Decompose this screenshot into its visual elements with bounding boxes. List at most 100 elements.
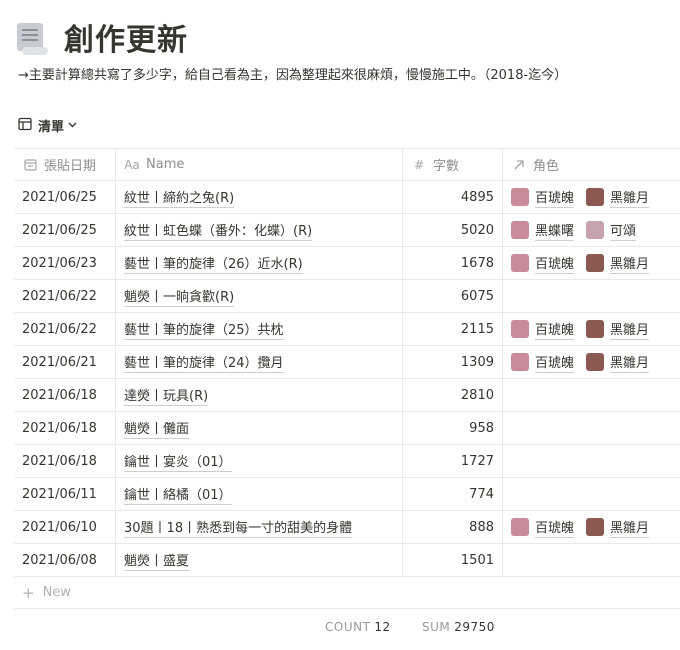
roles-cell[interactable] [503,280,680,312]
date-cell[interactable]: 2021/06/18 [14,379,116,411]
column-header-roles[interactable]: 角色 [503,149,680,180]
role-chip[interactable]: 黑雛月 [586,319,650,340]
page-link[interactable]: 30題丨18丨熟悉到每一寸的甜美的身體 [124,517,353,538]
roles-cell[interactable]: 百琥魄 黑雛月 [503,346,680,378]
page-link[interactable]: 藝世丨筆的旋律（26）近水(R) [124,253,303,274]
roles-cell[interactable]: 黑蝶曙 可頌 [503,214,680,246]
name-cell[interactable]: 魈熒丨儺面 [116,412,403,444]
roles-cell[interactable]: 百琥魄 黑雛月 [503,511,680,543]
roles-cell[interactable]: 百琥魄 黑雛月 [503,247,680,279]
roles-cell[interactable] [503,379,680,411]
date-cell[interactable]: 2021/06/18 [14,412,116,444]
word-count-value: 4895 [460,189,494,205]
page-link[interactable]: 鑰世丨宴炎（01） [124,451,232,472]
name-cell[interactable]: 紋世丨虹色蝶（番外：化蝶）(R) [116,214,403,246]
name-cell[interactable]: 30題丨18丨熟悉到每一寸的甜美的身體 [116,511,403,543]
table-row[interactable]: 2021/06/25 紋世丨締約之兔(R) 4895 百琥魄 黑雛月 [14,181,680,214]
role-chip[interactable]: 黑蝶曙 [511,220,575,241]
word-count-value: 1727 [460,453,494,469]
table-row[interactable]: 2021/06/22 魈熒丨一晌貪歡(R) 6075 [14,280,680,313]
roles-cell[interactable]: 百琥魄 黑雛月 [503,313,680,345]
page-link[interactable]: 紋世丨虹色蝶（番外：化蝶）(R) [124,220,313,241]
roles-cell[interactable] [503,478,680,510]
name-cell[interactable]: 藝世丨筆的旋律（24）攬月 [116,346,403,378]
page-link[interactable]: 紋世丨締約之兔(R) [124,187,235,208]
role-chip[interactable]: 黑雛月 [586,352,650,373]
name-cell[interactable]: 藝世丨筆的旋律（25）共枕 [116,313,403,345]
roles-cell[interactable] [503,412,680,444]
name-cell[interactable]: 魈熒丨盛夏 [116,544,403,576]
table-row[interactable]: 2021/06/10 30題丨18丨熟悉到每一寸的甜美的身體 888 百琥魄 黑雛月 [14,511,680,544]
page-link[interactable]: 鑰世丨絡橘（01） [124,484,232,505]
date-cell[interactable]: 2021/06/22 [14,313,116,345]
count-aggregate[interactable]: COUNT 12 [325,620,391,634]
date-value: 2021/06/25 [22,189,97,205]
word-count-cell[interactable]: 2115 [403,313,503,345]
role-chip[interactable]: 黑雛月 [586,253,650,274]
name-cell[interactable]: 紋世丨締約之兔(R) [116,181,403,213]
table-row[interactable]: 2021/06/21 藝世丨筆的旋律（24）攬月 1309 百琥魄 黑雛月 [14,346,680,379]
table-row[interactable]: 2021/06/25 紋世丨虹色蝶（番外：化蝶）(R) 5020 黑蝶曙 可頌 [14,214,680,247]
page-link[interactable]: 藝世丨筆的旋律（25）共枕 [124,319,284,340]
name-cell[interactable]: 鑰世丨宴炎（01） [116,445,403,477]
word-count-cell[interactable]: 958 [403,412,503,444]
page-link[interactable]: 魈熒丨一晌貪歡(R) [124,286,235,307]
word-count-value: 888 [469,519,494,535]
role-chip[interactable]: 黑雛月 [586,517,650,538]
role-chip[interactable]: 百琥魄 [511,319,575,340]
word-count-cell[interactable]: 1309 [403,346,503,378]
role-chip[interactable]: 百琥魄 [511,517,575,538]
table-row[interactable]: 2021/06/08 魈熒丨盛夏 1501 [14,544,680,577]
column-header-count[interactable]: # 字數 [403,149,503,180]
word-count-cell[interactable]: 6075 [403,280,503,312]
date-cell[interactable]: 2021/06/18 [14,445,116,477]
avatar [586,188,605,206]
date-cell[interactable]: 2021/06/10 [14,511,116,543]
word-count-cell[interactable]: 888 [403,511,503,543]
date-cell[interactable]: 2021/06/23 [14,247,116,279]
name-cell[interactable]: 達熒丨玩具(R) [116,379,403,411]
table-row[interactable]: 2021/06/18 達熒丨玩具(R) 2810 [14,379,680,412]
date-cell[interactable]: 2021/06/08 [14,544,116,576]
date-cell[interactable]: 2021/06/11 [14,478,116,510]
table-row[interactable]: 2021/06/18 魈熒丨儺面 958 [14,412,680,445]
column-header-date[interactable]: 張貼日期 [14,149,116,180]
sum-aggregate[interactable]: SUM 29750 [422,620,495,634]
name-cell[interactable]: 藝世丨筆的旋律（26）近水(R) [116,247,403,279]
date-cell[interactable]: 2021/06/25 [14,214,116,246]
date-value: 2021/06/21 [22,354,97,370]
table-row[interactable]: 2021/06/23 藝世丨筆的旋律（26）近水(R) 1678 百琥魄 黑雛月 [14,247,680,280]
roles-cell[interactable] [503,445,680,477]
word-count-cell[interactable]: 1678 [403,247,503,279]
date-cell[interactable]: 2021/06/25 [14,181,116,213]
role-chip[interactable]: 百琥魄 [511,187,575,208]
column-header-name[interactable]: Aa Name [116,149,403,180]
date-cell[interactable]: 2021/06/22 [14,280,116,312]
word-count-cell[interactable]: 2810 [403,379,503,411]
name-cell[interactable]: 魈熒丨一晌貪歡(R) [116,280,403,312]
table-row[interactable]: 2021/06/22 藝世丨筆的旋律（25）共枕 2115 百琥魄 黑雛月 [14,313,680,346]
table-row[interactable]: 2021/06/11 鑰世丨絡橘（01） 774 [14,478,680,511]
page-link[interactable]: 魈熒丨儺面 [124,418,190,439]
name-cell[interactable]: 鑰世丨絡橘（01） [116,478,403,510]
word-count-cell[interactable]: 1501 [403,544,503,576]
roles-cell[interactable]: 百琥魄 黑雛月 [503,181,680,213]
roles-cell[interactable] [503,544,680,576]
page-link[interactable]: 藝世丨筆的旋律（24）攬月 [124,352,284,373]
new-row-button[interactable]: + New [14,577,680,609]
role-chip[interactable]: 百琥魄 [511,253,575,274]
date-cell[interactable]: 2021/06/21 [14,346,116,378]
word-count-value: 958 [469,420,494,436]
table-row[interactable]: 2021/06/18 鑰世丨宴炎（01） 1727 [14,445,680,478]
word-count-cell[interactable]: 1727 [403,445,503,477]
role-chip[interactable]: 百琥魄 [511,352,575,373]
word-count-cell[interactable]: 774 [403,478,503,510]
page-link[interactable]: 魈熒丨盛夏 [124,550,190,571]
word-count-cell[interactable]: 4895 [403,181,503,213]
view-selector[interactable]: 清單 [18,116,77,135]
page-link[interactable]: 達熒丨玩具(R) [124,385,209,406]
word-count-cell[interactable]: 5020 [403,214,503,246]
plus-icon: + [22,583,35,602]
role-chip[interactable]: 可頌 [586,220,637,241]
role-chip[interactable]: 黑雛月 [586,187,650,208]
